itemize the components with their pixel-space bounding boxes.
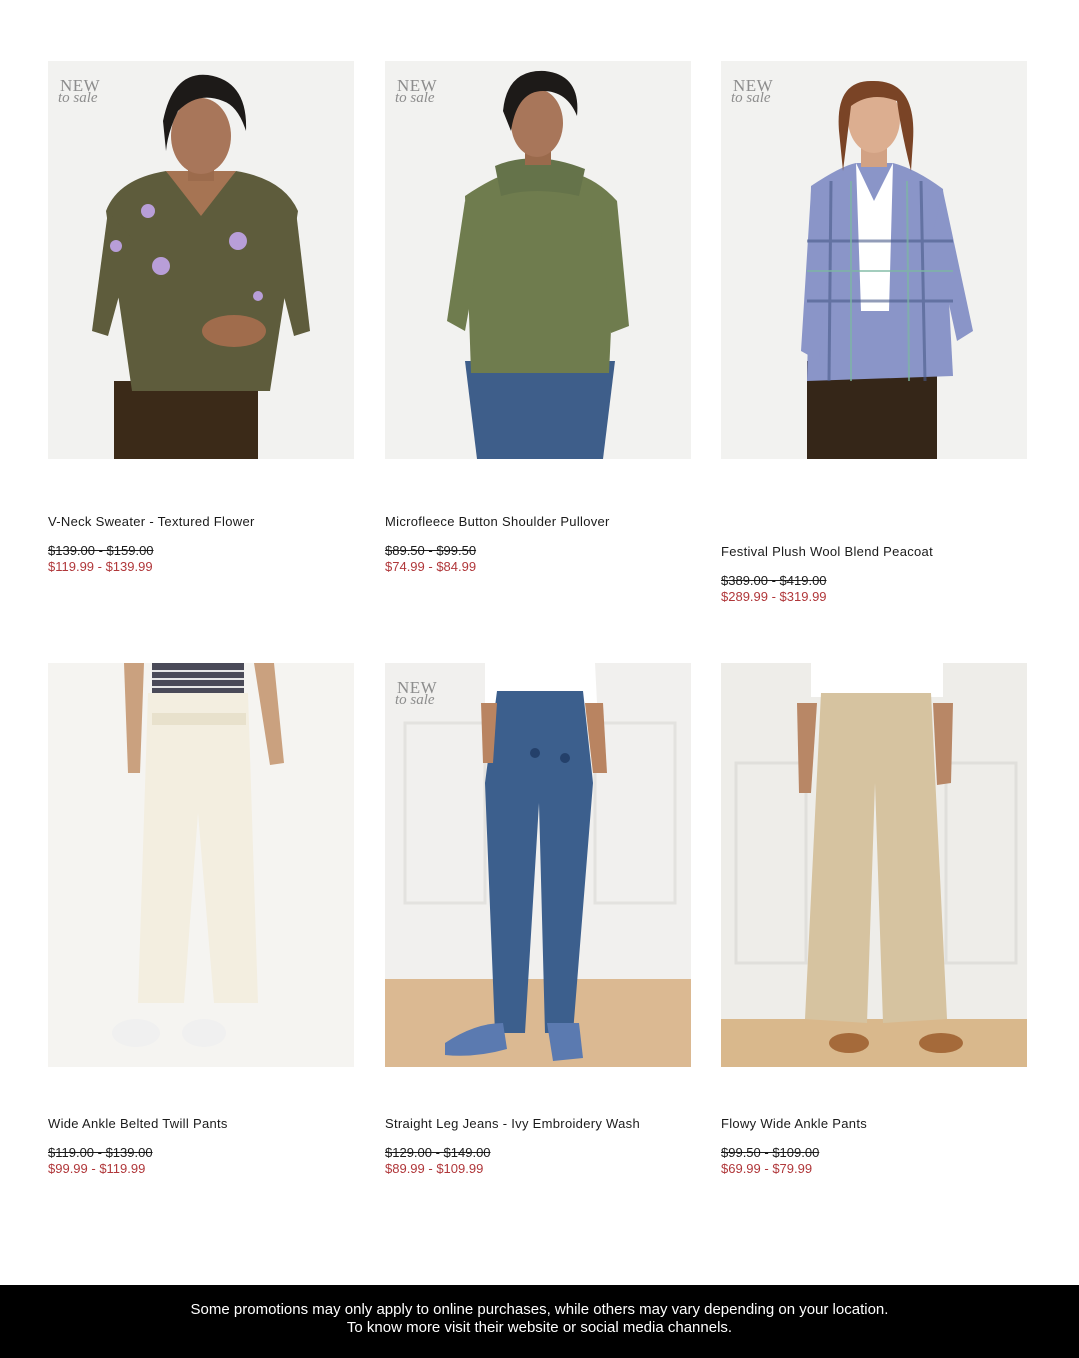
new-to-sale-badge: NEW to sale [731, 77, 773, 106]
product-title[interactable]: Microfleece Button Shoulder Pullover [385, 514, 610, 529]
product-title[interactable]: Flowy Wide Ankle Pants [721, 1116, 867, 1131]
new-to-sale-badge: NEW to sale [395, 679, 437, 708]
product-card-festival-peacoat[interactable]: NEW to sale Festival Plush Wool Blend Pe… [721, 61, 1027, 604]
original-price: $139.00 - $159.00 [48, 543, 154, 558]
product-image[interactable]: NEW to sale [721, 61, 1027, 459]
sale-price: $89.99 - $109.99 [385, 1161, 484, 1176]
product-image[interactable] [48, 663, 354, 1067]
sale-price: $289.99 - $319.99 [721, 589, 827, 604]
promotions-disclaimer-banner: Some promotions may only apply to online… [0, 1285, 1079, 1358]
product-image[interactable]: NEW to sale [385, 663, 691, 1067]
product-card-belted-twill-pants[interactable]: Wide Ankle Belted Twill Pants $119.00 - … [48, 663, 354, 1176]
product-card-straight-leg-jeans[interactable]: NEW to sale Straight Leg Jeans - Ivy Emb… [385, 663, 691, 1176]
disclaimer-line-2: To know more visit their website or soci… [346, 1319, 733, 1336]
badge-to-sale: to sale [731, 90, 771, 106]
original-price: $119.00 - $139.00 [48, 1145, 153, 1160]
original-price: $99.50 - $109.00 [721, 1145, 820, 1160]
badge-to-sale: to sale [395, 692, 435, 708]
product-title[interactable]: Straight Leg Jeans - Ivy Embroidery Wash [385, 1116, 640, 1131]
cropped-promo-text [385, 1186, 625, 1192]
disclaimer-line-1: Some promotions may only apply to online… [190, 1301, 889, 1318]
original-price: $389.00 - $419.00 [721, 573, 827, 588]
badge-to-sale: to sale [395, 90, 435, 106]
product-image[interactable]: NEW to sale [385, 61, 691, 459]
product-card-vneck-sweater[interactable]: NEW to sale V-Neck Sweater - Textured Fl… [48, 61, 354, 574]
badge-to-sale: to sale [58, 90, 98, 106]
original-price: $89.50 - $99.50 [385, 543, 477, 558]
new-to-sale-badge: NEW to sale [395, 77, 437, 106]
product-image[interactable]: NEW to sale [48, 61, 354, 459]
product-title[interactable]: Festival Plush Wool Blend Peacoat [721, 544, 933, 559]
sale-price: $69.99 - $79.99 [721, 1161, 813, 1176]
new-to-sale-badge: NEW to sale [58, 77, 100, 106]
product-title[interactable]: V-Neck Sweater - Textured Flower [48, 514, 255, 529]
original-price: $129.00 - $149.00 [385, 1145, 491, 1160]
product-card-flowy-wide-pants[interactable]: Flowy Wide Ankle Pants $99.50 - $109.00 … [721, 663, 1027, 1176]
product-card-microfleece-pullover[interactable]: NEW to sale Microfleece Button Shoulder … [385, 61, 691, 574]
product-image[interactable] [721, 663, 1027, 1067]
sale-price: $119.99 - $139.99 [48, 559, 153, 574]
product-title[interactable]: Wide Ankle Belted Twill Pants [48, 1116, 228, 1131]
sale-price: $74.99 - $84.99 [385, 559, 477, 574]
sale-price: $99.99 - $119.99 [48, 1161, 146, 1176]
